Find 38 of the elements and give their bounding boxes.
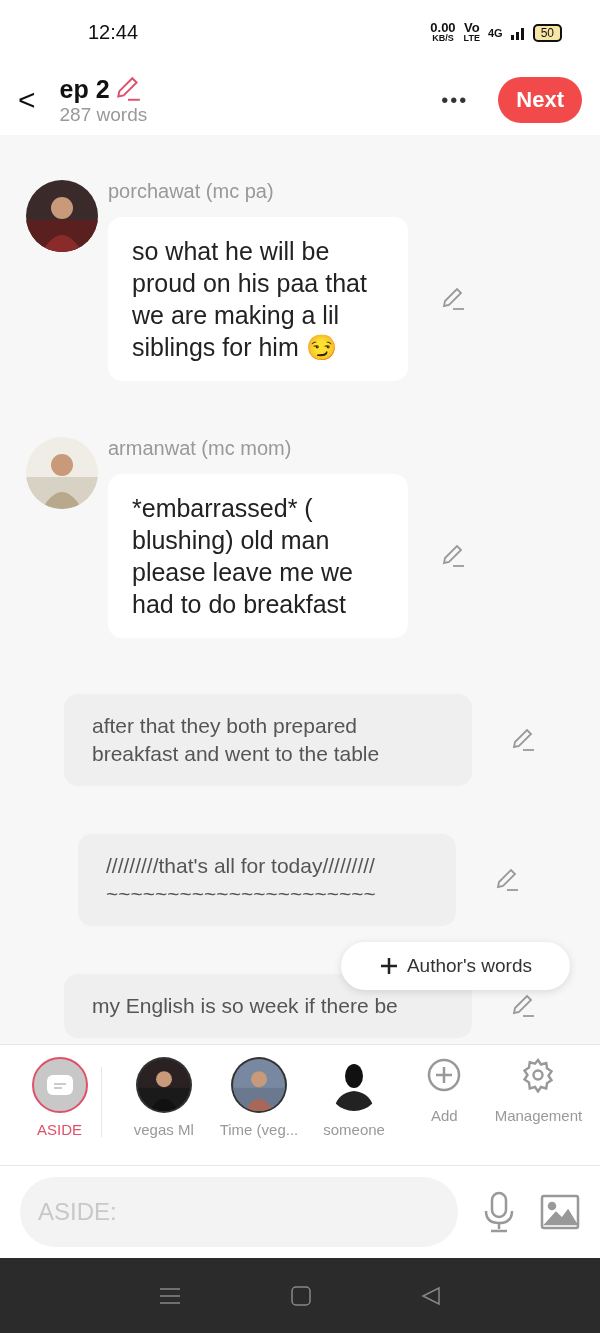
- character-item[interactable]: someone: [306, 1057, 402, 1138]
- microphone-icon[interactable]: [482, 1191, 516, 1233]
- volte-indicator: Vo LTE: [463, 21, 480, 44]
- edit-icon[interactable]: [440, 543, 466, 569]
- home-icon[interactable]: [291, 1285, 311, 1306]
- network-speed: 0.00 KB/S: [430, 21, 456, 44]
- narration-bubble: my English is so week if there be: [64, 974, 472, 1038]
- add-icon: [426, 1057, 463, 1093]
- image-icon[interactable]: [540, 1194, 580, 1230]
- back-button[interactable]: <: [18, 83, 36, 117]
- message-bubble: so what he will be proud on his paa that we are making a lil siblings for him 😏: [108, 217, 408, 381]
- narration-bubble: after that they both prepared breakfast and went to the table: [64, 694, 472, 786]
- note-icon: [46, 1075, 73, 1095]
- edit-icon[interactable]: [440, 286, 466, 312]
- battery-indicator: 50: [532, 23, 562, 42]
- speaker-name: porchawat (mc pa): [108, 180, 275, 203]
- character-item[interactable]: Add: [401, 1057, 487, 1124]
- narration-bubble: /////////that's all for today///////// ~~~~~~~~~~~~~~~~~~~~~~: [78, 834, 456, 926]
- next-button[interactable]: Next: [498, 77, 582, 123]
- menu-icon[interactable]: [159, 1285, 181, 1306]
- edit-icon[interactable]: [510, 993, 536, 1019]
- clock: 12:44: [88, 21, 139, 44]
- character-item[interactable]: vegas Ml: [116, 1057, 212, 1138]
- authors-words-button[interactable]: Author's words: [340, 942, 570, 990]
- speaker-name: armanwat (mc mom): [108, 437, 293, 460]
- more-button[interactable]: •••: [435, 87, 475, 113]
- character-item[interactable]: ASIDE: [18, 1057, 102, 1138]
- message-bubble: *embarrassed* ( blushing) old man please leave me we had to do breakfast: [108, 474, 408, 638]
- signal-icon: [510, 25, 525, 40]
- back-icon[interactable]: [421, 1285, 441, 1306]
- character-item[interactable]: Management: [486, 1057, 590, 1124]
- network-type: 4G: [487, 26, 503, 39]
- episode-title: ep 2: [59, 74, 110, 104]
- word-count: 287 words: [59, 103, 149, 126]
- plus-icon: [378, 956, 399, 976]
- character-item[interactable]: Time (veg...: [211, 1057, 307, 1138]
- edit-icon[interactable]: [510, 727, 536, 753]
- edit-icon[interactable]: [494, 867, 520, 893]
